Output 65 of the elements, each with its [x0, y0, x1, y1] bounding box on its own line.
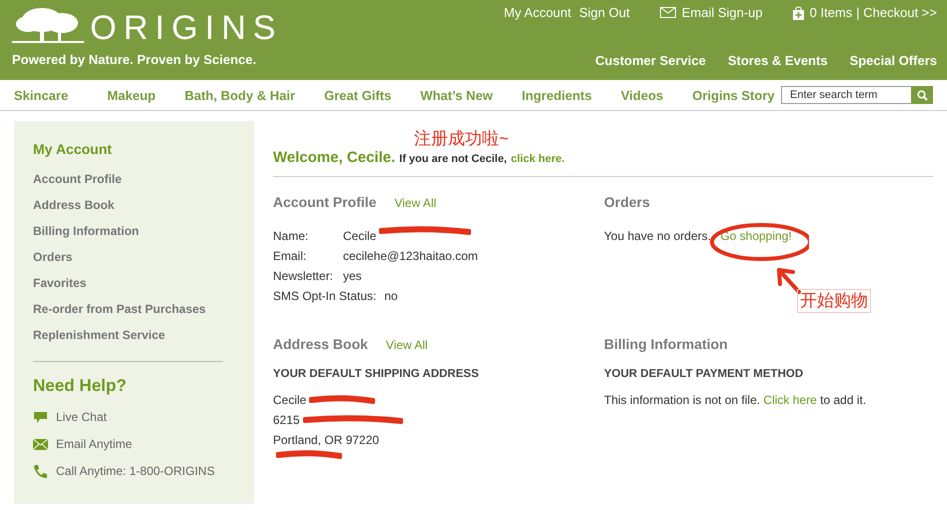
field-label: SMS Opt-In Status: — [273, 288, 376, 305]
tree-logo-icon — [12, 6, 84, 46]
header-link[interactable]: 0 Items — [792, 5, 852, 20]
address-line: Cecile — [273, 392, 306, 409]
sidebar-title: My Account — [33, 141, 113, 157]
sidebar-item[interactable]: Address Book — [33, 192, 254, 218]
search-button[interactable] — [911, 86, 933, 104]
section-title: Account Profile — [273, 194, 376, 210]
view-all-link[interactable]: View All — [394, 196, 436, 210]
section-subtitle: YOUR DEFAULT SHIPPING ADDRESS — [273, 368, 480, 380]
billing-message: This information is not on file. Click here to add it. — [604, 392, 868, 409]
address-line: Portland, OR 97220 — [273, 432, 380, 449]
field-label: Newsletter: — [273, 268, 334, 285]
search-icon — [916, 90, 928, 100]
nav-item[interactable]: What’s New — [420, 88, 493, 102]
phone-icon — [33, 464, 48, 479]
annotation-text: 注册成功啦~ — [414, 128, 510, 149]
chat-bubble-icon — [33, 411, 48, 424]
nav-item[interactable]: Videos — [620, 88, 664, 102]
not-you-link[interactable]: click here. — [510, 153, 565, 165]
field-label: Name: — [273, 228, 310, 245]
header-link[interactable]: Special Offers — [850, 53, 937, 68]
header-link[interactable]: Sign Out — [579, 5, 630, 20]
field-label: Email: — [273, 248, 308, 265]
section-title: Address Book — [273, 336, 368, 352]
help-link[interactable]: Email Anytime — [33, 431, 254, 458]
sidebar-item[interactable]: Re-order from Past Purchases — [33, 296, 254, 322]
header-link[interactable]: My Account — [504, 5, 572, 20]
field-value: Cecile — [343, 228, 376, 245]
address-line: 6215 — [273, 412, 300, 429]
search-field[interactable]: Enter search term — [781, 86, 911, 104]
nav-item[interactable]: Bath, Body & Hair — [184, 88, 296, 102]
nav-item[interactable]: Makeup — [107, 88, 156, 102]
header-link[interactable]: Customer Service — [595, 53, 706, 68]
field-value: yes — [343, 268, 362, 285]
shopping-bag-icon — [792, 6, 804, 20]
sidebar-item[interactable]: Favorites — [33, 270, 254, 296]
sidebar-item[interactable]: Account Profile — [33, 166, 254, 192]
nav-item[interactable]: Origins Story — [692, 88, 775, 102]
sidebar-item[interactable]: Orders — [33, 244, 254, 270]
header-link[interactable]: Stores & Events — [728, 53, 828, 68]
welcome-heading: Welcome, Cecile. — [273, 149, 396, 166]
add-payment-link[interactable]: Click here — [763, 393, 817, 407]
view-all-link[interactable]: View All — [386, 338, 428, 352]
header-link[interactable]: Email Sign-up — [660, 5, 763, 20]
sidebar-item[interactable]: Replenishment Service — [33, 322, 254, 348]
envelope-icon — [33, 439, 48, 450]
section-title: Billing Information — [604, 336, 728, 352]
field-value: no — [384, 288, 398, 305]
envelope-icon — [660, 7, 676, 18]
section-title: Orders — [604, 194, 650, 210]
welcome-note: If you are not Cecile, — [399, 153, 507, 165]
logo-wordmark[interactable]: ORIGINS — [90, 10, 283, 46]
header-link[interactable]: | Checkout >> — [856, 5, 937, 20]
help-link[interactable]: Call Anytime: 1-800-ORIGINS — [33, 458, 254, 485]
field-value: cecilehe@123haitao.com — [343, 248, 478, 265]
tagline: Powered by Nature. Proven by Science. — [12, 52, 258, 67]
help-title: Need Help? — [33, 376, 128, 396]
nav-item[interactable]: Great Gifts — [324, 88, 392, 102]
sidebar-item[interactable]: Billing Information — [33, 218, 254, 244]
nav-item[interactable]: Skincare — [14, 88, 68, 102]
annotation-text: 开始购物 — [797, 289, 871, 313]
section-subtitle: YOUR DEFAULT PAYMENT METHOD — [604, 368, 804, 380]
nav-item[interactable]: Ingredients — [522, 88, 592, 102]
help-link[interactable]: Live Chat — [33, 404, 254, 431]
